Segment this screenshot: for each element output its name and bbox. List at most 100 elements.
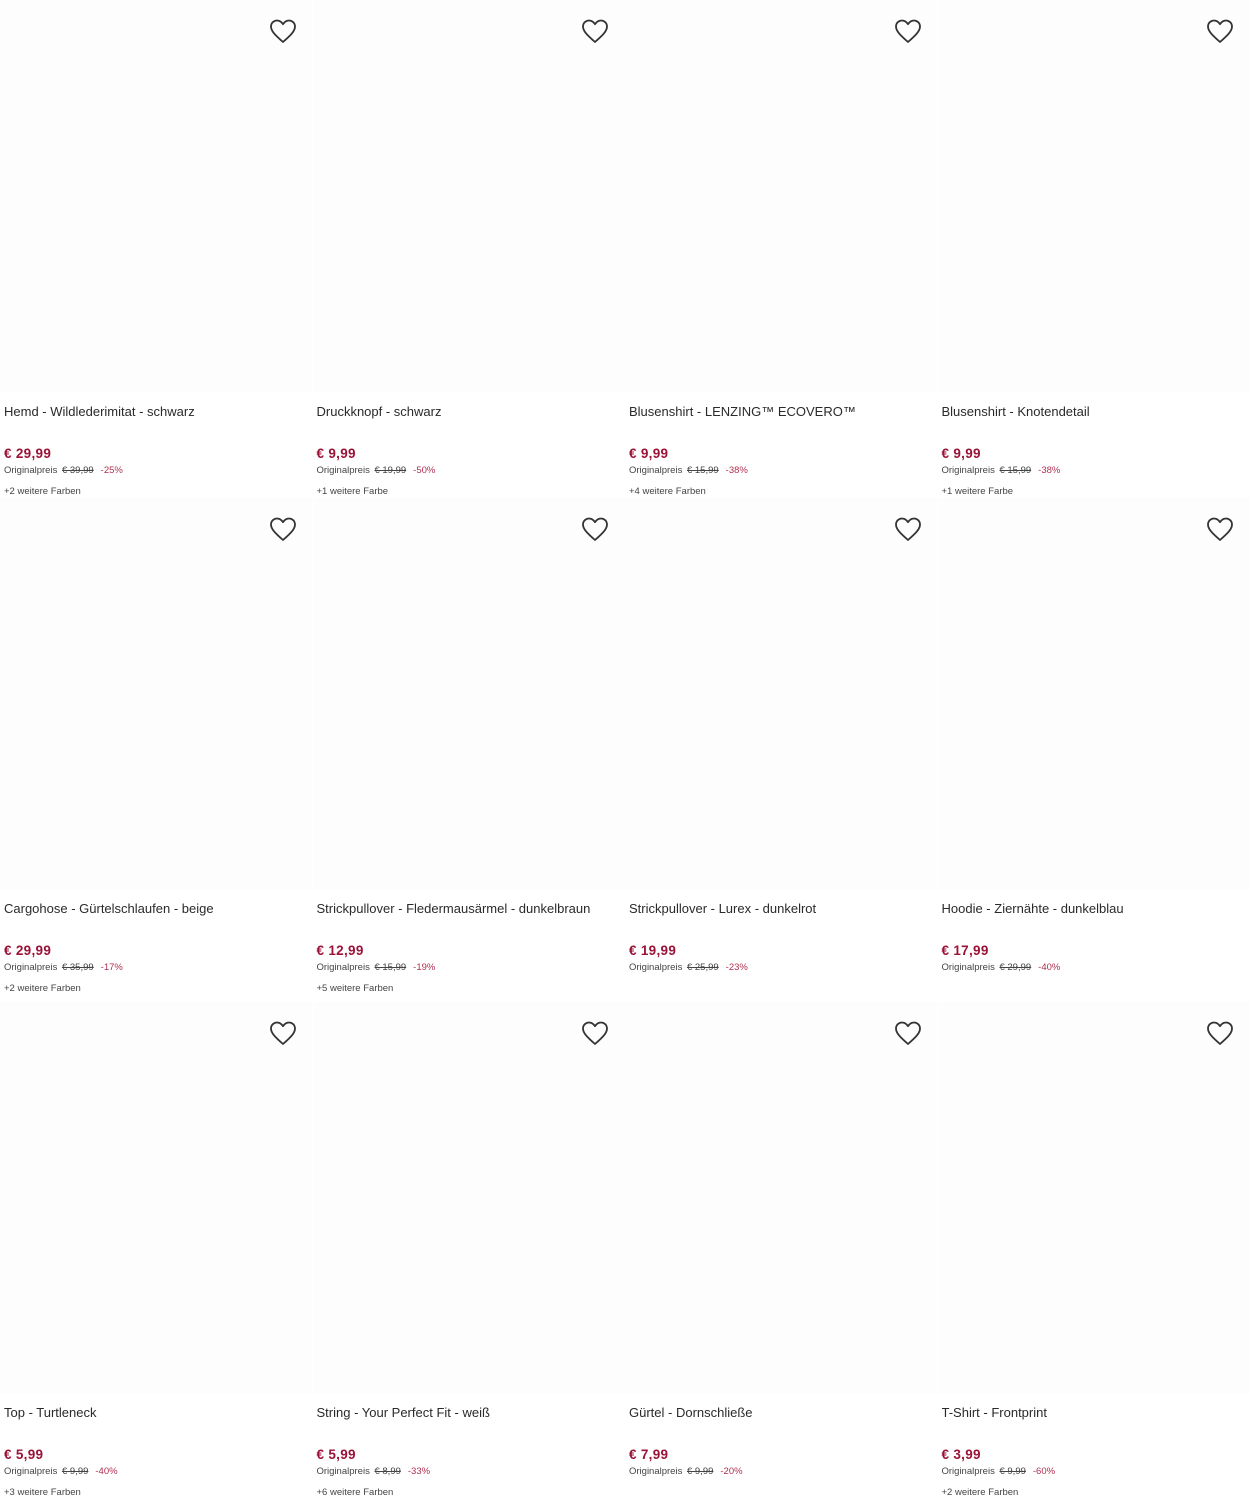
product-image[interactable] [937, 498, 1250, 890]
product-image[interactable] [937, 1002, 1250, 1394]
more-colors-link[interactable]: +6 weitere Farben [317, 1486, 622, 1500]
original-price-label: Originalpreis [316, 962, 370, 973]
heart-outline-icon[interactable] [269, 18, 297, 46]
product-grid: Hemd - Wildlederimitat - schwarz € 29,99… [0, 0, 1250, 1506]
product-card[interactable]: Blusenshirt - Knotendetail € 9,99 Origin… [937, 0, 1250, 499]
product-info: Druckknopf - schwarz € 9,99 Originalprei… [317, 403, 622, 499]
discount-badge: -38% [725, 465, 748, 476]
discount-badge: -33% [407, 1466, 431, 1477]
heart-outline-icon[interactable] [1206, 516, 1234, 544]
original-price: € 15,99 [374, 962, 407, 973]
more-colors-link[interactable]: +2 weitere Farben [4, 485, 309, 499]
original-price-row: Originalpreis € 29,99 -40% [942, 961, 1247, 975]
heart-outline-icon[interactable] [1206, 1020, 1234, 1048]
product-card[interactable]: Druckknopf - schwarz € 9,99 Originalprei… [312, 0, 626, 499]
heart-outline-icon[interactable] [581, 18, 609, 46]
product-card[interactable]: String - Your Perfect Fit - weiß € 5,99 … [312, 1002, 626, 1506]
product-title[interactable]: Strickpullover - Fledermausärmel - dunke… [317, 900, 622, 918]
original-price-label: Originalpreis [941, 962, 995, 973]
discount-badge: -40% [1038, 962, 1061, 973]
original-price-label: Originalpreis [941, 1466, 995, 1477]
product-image[interactable] [625, 498, 937, 890]
product-title[interactable]: Cargohose - Gürtelschlaufen - beige [4, 900, 309, 918]
product-card[interactable]: Top - Turtleneck € 5,99 Originalpreis € … [0, 1002, 313, 1506]
more-colors-link[interactable]: +1 weitere Farbe [942, 485, 1247, 499]
product-image[interactable] [312, 498, 625, 890]
product-title[interactable]: Druckknopf - schwarz [317, 403, 622, 421]
heart-outline-icon[interactable] [269, 516, 297, 544]
original-price-label: Originalpreis [4, 1466, 58, 1477]
original-price-row: Originalpreis € 39,99 -25% [4, 464, 309, 478]
heart-outline-icon[interactable] [894, 18, 922, 46]
product-price: € 12,99 [316, 943, 364, 958]
product-title[interactable]: Hoodie - Ziernähte - dunkelblau [942, 900, 1247, 918]
more-colors-link[interactable]: +4 weitere Farben [629, 485, 934, 499]
original-price-label: Originalpreis [4, 465, 58, 476]
product-title[interactable]: T-Shirt - Frontprint [942, 1404, 1247, 1422]
product-info: Top - Turtleneck € 5,99 Originalpreis € … [4, 1404, 309, 1500]
product-image[interactable] [312, 0, 625, 392]
original-price: € 8,99 [374, 1466, 401, 1477]
original-price-label: Originalpreis [629, 465, 683, 476]
original-price-row: Originalpreis € 9,99 -40% [4, 1465, 309, 1479]
original-price: € 9,99 [686, 1466, 714, 1477]
more-colors-link[interactable]: +2 weitere Farben [942, 1486, 1247, 1500]
more-colors-link[interactable]: +1 weitere Farbe [317, 485, 622, 499]
product-card[interactable]: Blusenshirt - LENZING™ ECOVERO™ € 9,99 O… [625, 0, 938, 498]
heart-outline-icon[interactable] [269, 1020, 297, 1048]
heart-outline-icon[interactable] [894, 1020, 922, 1048]
discount-badge: -40% [95, 1466, 118, 1477]
product-title[interactable]: String - Your Perfect Fit - weiß [317, 1404, 622, 1422]
heart-outline-icon[interactable] [581, 1020, 609, 1048]
heart-outline-icon[interactable] [894, 516, 922, 544]
product-image[interactable] [312, 1002, 625, 1394]
discount-badge: -38% [1038, 465, 1061, 476]
original-price: € 39,99 [61, 465, 94, 476]
more-colors-link[interactable]: +5 weitere Farben [317, 982, 622, 996]
original-price: € 15,99 [686, 465, 719, 476]
product-price: € 9,99 [941, 446, 981, 461]
product-price: € 9,99 [316, 446, 356, 461]
product-price: € 9,99 [629, 446, 669, 461]
discount-badge: -50% [413, 465, 436, 476]
product-info: Strickpullover - Fledermausärmel - dunke… [317, 900, 622, 996]
more-colors-link[interactable]: +2 weitere Farben [4, 982, 309, 996]
product-image[interactable] [0, 0, 312, 392]
product-price: € 29,99 [4, 446, 52, 461]
product-price: € 7,99 [629, 1447, 669, 1462]
product-title[interactable]: Blusenshirt - LENZING™ ECOVERO™ [629, 403, 934, 421]
product-title[interactable]: Top - Turtleneck [4, 1404, 309, 1422]
product-image[interactable] [0, 498, 312, 890]
product-card[interactable]: T-Shirt - Frontprint € 3,99 Originalprei… [937, 1002, 1250, 1506]
product-price: € 5,99 [4, 1447, 44, 1462]
product-card[interactable]: Strickpullover - Fledermausärmel - dunke… [312, 498, 626, 1002]
heart-outline-icon[interactable] [1206, 18, 1234, 46]
product-image[interactable] [937, 0, 1250, 392]
product-card[interactable]: Hemd - Wildlederimitat - schwarz € 29,99… [0, 0, 313, 498]
product-title[interactable]: Gürtel - Dornschließe [629, 1404, 934, 1422]
product-info: Hoodie - Ziernähte - dunkelblau € 17,99 … [942, 900, 1247, 982]
product-price: € 5,99 [316, 1447, 356, 1462]
original-price: € 25,99 [686, 962, 719, 973]
original-price-row: Originalpreis € 8,99 -33% [317, 1465, 622, 1479]
product-card[interactable]: Strickpullover - Lurex - dunkelrot € 19,… [625, 498, 938, 1002]
product-image[interactable] [625, 1002, 937, 1394]
product-card[interactable]: Cargohose - Gürtelschlaufen - beige € 29… [0, 498, 313, 1002]
discount-badge: -23% [725, 962, 748, 973]
original-price-row: Originalpreis € 15,99 -38% [629, 464, 934, 478]
original-price-row: Originalpreis € 25,99 -23% [629, 961, 934, 975]
product-image[interactable] [625, 0, 937, 392]
original-price: € 29,99 [999, 962, 1032, 973]
original-price: € 35,99 [61, 962, 94, 973]
product-title[interactable]: Strickpullover - Lurex - dunkelrot [629, 900, 934, 918]
product-title[interactable]: Blusenshirt - Knotendetail [942, 403, 1247, 421]
product-image[interactable] [0, 1002, 312, 1394]
more-colors-link[interactable]: +3 weitere Farben [4, 1486, 309, 1500]
heart-outline-icon[interactable] [581, 516, 609, 544]
product-info: Blusenshirt - Knotendetail € 9,99 Origin… [942, 403, 1247, 499]
original-price: € 9,99 [61, 1466, 89, 1477]
product-card[interactable]: Hoodie - Ziernähte - dunkelblau € 17,99 … [937, 498, 1250, 1002]
original-price-row: Originalpreis € 15,99 -38% [942, 464, 1247, 478]
product-title[interactable]: Hemd - Wildlederimitat - schwarz [4, 403, 309, 421]
product-card[interactable]: Gürtel - Dornschließe € 7,99 Originalpre… [625, 1002, 938, 1506]
